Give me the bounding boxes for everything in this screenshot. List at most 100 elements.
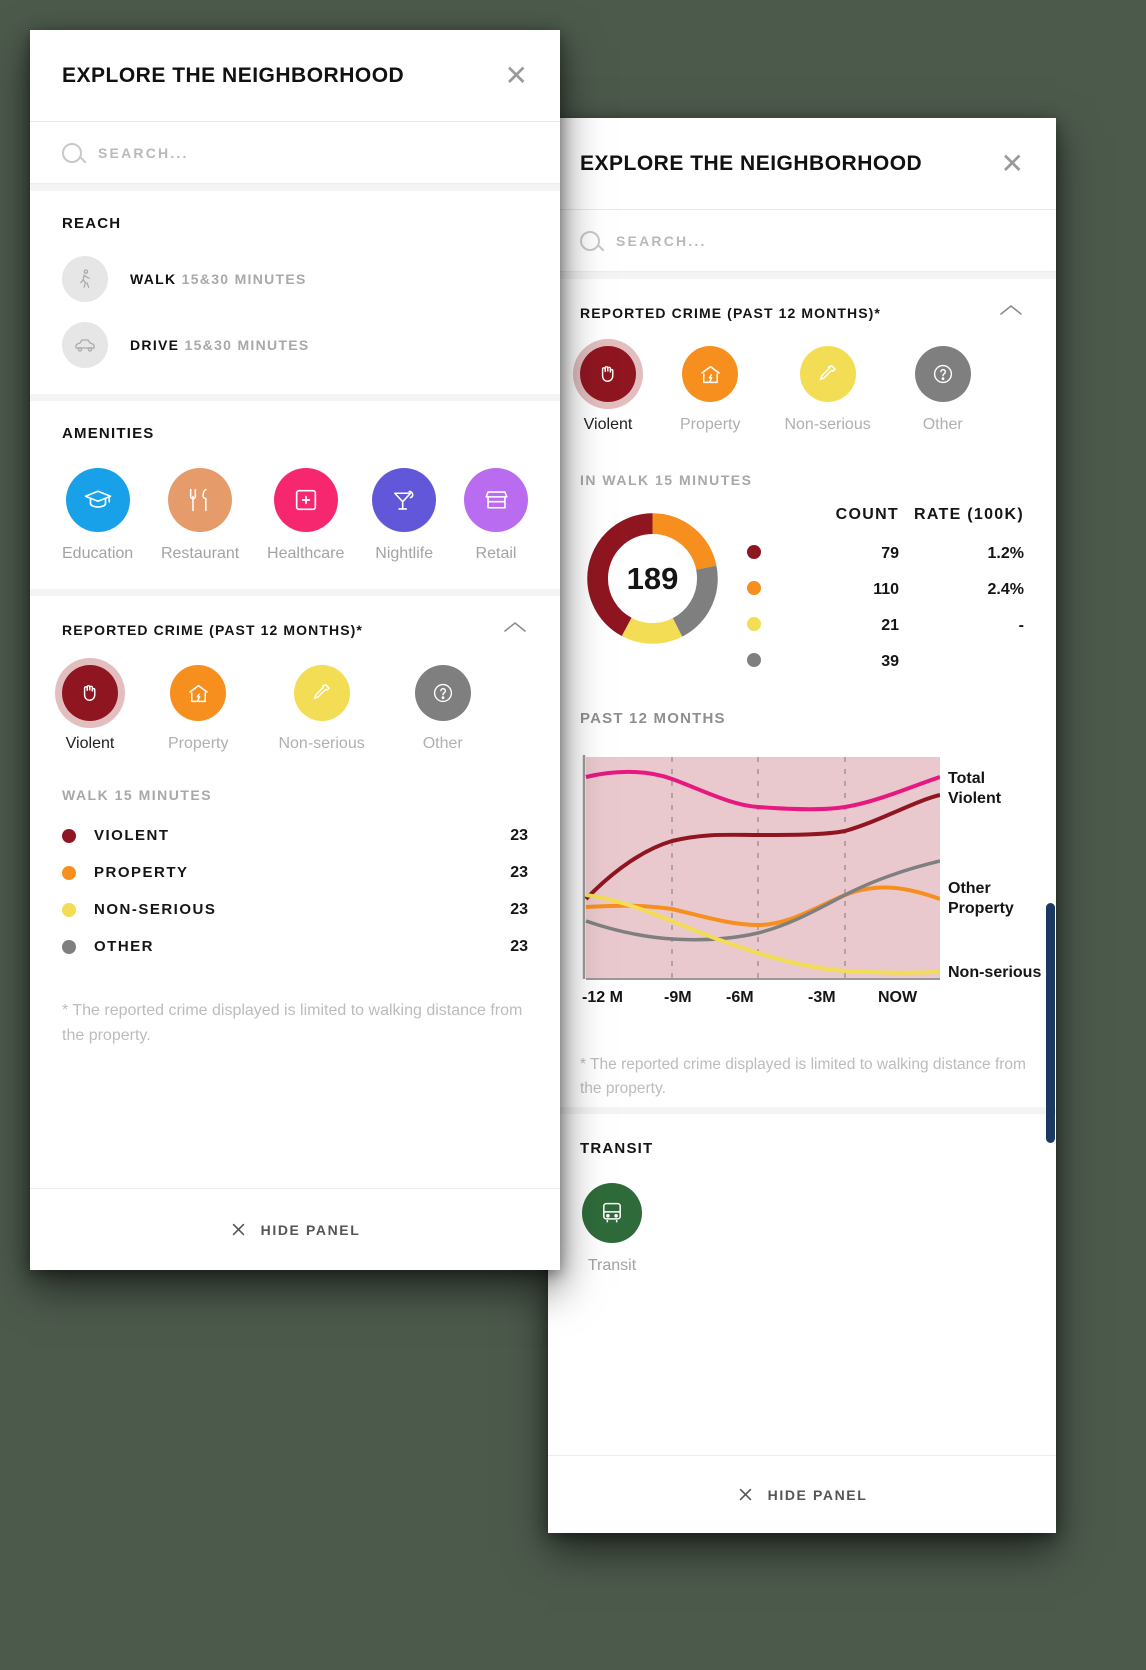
crime-category-property-label: Property (168, 735, 229, 752)
x-tick: NOW (878, 989, 918, 1006)
crime-section: REPORTED CRIME (PAST 12 MONTHS)* Violent (30, 589, 560, 1059)
stat-count: 21 (881, 617, 899, 634)
reach-item-walk-label: WALK 15&30 MINUTES (130, 271, 307, 287)
table-row[interactable]: OTHER 23 (62, 928, 528, 965)
stat-count: 79 (881, 545, 899, 562)
table-row[interactable]: NON-SERIOUS 23 (62, 891, 528, 928)
stat-rate: 1.2% (987, 545, 1024, 562)
crime-summary: 189 COUNT RATE (100K) 79 1.2% 110 2.4% 2… (580, 506, 1024, 680)
crime-footnote: * The reported crime displayed is limite… (580, 1056, 1026, 1098)
series-label-total: Total Violent (948, 770, 1002, 807)
crime-category-other[interactable]: Other (914, 346, 971, 434)
reach-drive-detail: 15&30 MINUTES (184, 337, 310, 353)
search-input[interactable]: SEARCH... (98, 145, 189, 161)
house-break-in-icon (170, 665, 227, 721)
crime-title: REPORTED CRIME (PAST 12 MONTHS)* (580, 304, 881, 321)
crime-trend-chart: Total Violent Other Property Non-serious… (580, 749, 1041, 1006)
series-label-other-property: Other Property (948, 880, 1014, 917)
x-tick: -6M (726, 989, 754, 1006)
crime-stat-table: COUNT RATE (100K) 79 1.2% 110 2.4% 21 - … (747, 506, 1024, 680)
amenity-education[interactable]: Education (62, 468, 133, 563)
graduation-cap-icon (65, 468, 130, 532)
bottle-icon (799, 346, 856, 402)
stat-count: 110 (873, 581, 899, 598)
transit-section: TRANSIT Transit (548, 1107, 1056, 1275)
crime-row-label: OTHER (94, 938, 154, 955)
reach-drive-title: DRIVE (130, 337, 180, 353)
right-search-row[interactable]: SEARCH... (548, 210, 1056, 272)
crime-category-violent[interactable]: Violent (580, 346, 636, 434)
walk-icon (62, 256, 108, 302)
question-mark-icon (914, 346, 971, 402)
amenity-retail[interactable]: Retail (464, 468, 528, 563)
vertical-scrollbar[interactable] (1046, 903, 1055, 1143)
hide-panel-button[interactable]: HIDE PANEL (548, 1455, 1056, 1533)
reach-walk-title: WALK (130, 271, 177, 287)
crime-category-property-label: Property (680, 416, 741, 433)
crime-category-other-label: Other (422, 735, 463, 752)
storefront-icon (464, 468, 528, 532)
transit-item[interactable]: Transit (580, 1183, 644, 1275)
crime-category-other[interactable]: Other (414, 665, 471, 753)
crime-category-nonserious-label: Non-serious (278, 735, 365, 752)
left-search-row[interactable]: SEARCH... (30, 122, 560, 184)
crime-range-label: IN WALK 15 MINUTES (580, 472, 753, 488)
close-icon (232, 1223, 244, 1236)
crime-row-label: PROPERTY (94, 864, 189, 881)
crime-category-violent-label: Violent (583, 416, 633, 433)
hide-panel-label: HIDE PANEL (260, 1221, 361, 1238)
hide-panel-button[interactable]: HIDE PANEL (30, 1188, 560, 1270)
crime-category-row: Violent Property Non-serious Other (62, 665, 528, 753)
transit-title: TRANSIT (580, 1140, 654, 1158)
x-tick: -12 M (582, 989, 623, 1006)
close-icon[interactable]: ✕ (505, 61, 528, 90)
crime-category-nonserious-label: Non-serious (784, 416, 871, 433)
legend-dot-violent (62, 828, 76, 843)
crime-category-violent[interactable]: Violent (62, 665, 118, 753)
page-title: EXPLORE THE NEIGHBORHOOD (62, 63, 405, 87)
chevron-up-icon[interactable] (502, 620, 528, 639)
amenity-retail-label: Retail (475, 545, 517, 562)
crime-row-value: 23 (510, 863, 528, 881)
table-row[interactable]: 110 2.4% (747, 572, 1024, 608)
chart-x-tick-labels: -12 M -9M -6M -3M NOW (582, 989, 942, 1007)
amenities-icon-row: Education Restaurant Healthcare Nightlif… (62, 468, 528, 563)
crime-row-label: NON-SERIOUS (94, 901, 217, 918)
chevron-up-icon[interactable] (998, 303, 1024, 322)
fist-icon (580, 346, 636, 402)
crime-category-property[interactable]: Property (680, 346, 740, 434)
table-row[interactable]: 39 (747, 644, 1024, 680)
x-tick: -3M (808, 989, 836, 1006)
amenities-title: AMENITIES (62, 425, 155, 442)
amenity-restaurant[interactable]: Restaurant (161, 468, 239, 563)
crime-category-property[interactable]: Property (168, 665, 228, 753)
medical-cross-icon (273, 468, 338, 532)
house-break-in-icon (682, 346, 739, 402)
amenity-nightlife[interactable]: Nightlife (372, 468, 437, 563)
left-neighborhood-panel: EXPLORE THE NEIGHBORHOOD ✕ SEARCH... REA… (30, 30, 560, 1270)
legend-dot-other (62, 939, 76, 954)
drive-icon (62, 322, 108, 368)
right-crime-category-row: Violent Property Non-serious Other (580, 346, 1024, 434)
table-row[interactable]: VIOLENT 23 (62, 817, 528, 854)
stat-rate: 2.4% (987, 581, 1024, 598)
crime-row-value: 23 (510, 826, 528, 844)
amenity-healthcare[interactable]: Healthcare (267, 468, 344, 563)
question-mark-icon (414, 665, 471, 721)
crime-category-nonserious[interactable]: Non-serious (784, 346, 871, 434)
left-panel-header: EXPLORE THE NEIGHBORHOOD ✕ (30, 30, 560, 122)
reach-item-drive[interactable]: DRIVE 15&30 MINUTES (62, 322, 528, 368)
crime-list: VIOLENT 23 PROPERTY 23 NON-SERIOUS 23 OT… (62, 817, 528, 965)
table-row[interactable]: PROPERTY 23 (62, 854, 528, 891)
reach-item-walk[interactable]: WALK 15&30 MINUTES (62, 256, 528, 302)
crime-category-nonserious[interactable]: Non-serious (278, 665, 365, 753)
screenshot-root: EXPLORE THE NEIGHBORHOOD ✕ SEARCH... REA… (0, 0, 1146, 1670)
amenity-restaurant-label: Restaurant (160, 545, 240, 562)
close-icon[interactable]: ✕ (1001, 149, 1024, 178)
table-row[interactable]: 21 - (747, 608, 1024, 644)
reach-item-drive-label: DRIVE 15&30 MINUTES (130, 337, 310, 353)
amenities-section: AMENITIES Education Restaurant Healthcar… (30, 394, 560, 589)
search-input[interactable]: SEARCH... (616, 233, 707, 249)
legend-dot-nonserious (747, 616, 789, 636)
table-row[interactable]: 79 1.2% (747, 536, 1024, 572)
